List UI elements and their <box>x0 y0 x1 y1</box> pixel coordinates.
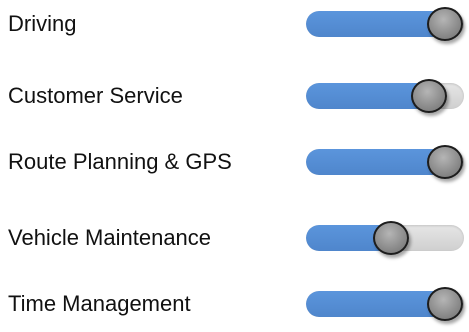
slider-knob[interactable] <box>427 145 463 179</box>
skill-row-route-planning: Route Planning & GPS <box>0 134 469 190</box>
skill-slider[interactable] <box>306 221 464 255</box>
skill-label: Driving <box>8 11 77 36</box>
slider-knob[interactable] <box>411 79 447 113</box>
skill-row-driving: Driving <box>0 0 469 52</box>
slider-knob[interactable] <box>427 287 463 321</box>
skill-slider[interactable] <box>306 145 464 179</box>
skill-slider[interactable] <box>306 7 464 41</box>
skill-label: Route Planning & GPS <box>8 149 232 174</box>
skill-row-time-management: Time Management <box>0 276 469 332</box>
skill-row-vehicle-maintenance: Vehicle Maintenance <box>0 210 469 266</box>
slider-knob[interactable] <box>373 221 409 255</box>
skill-label: Time Management <box>8 291 191 316</box>
skill-slider[interactable] <box>306 79 464 113</box>
skill-label: Vehicle Maintenance <box>8 225 212 250</box>
skill-label: Customer Service <box>8 83 183 108</box>
slider-knob[interactable] <box>427 7 463 41</box>
skill-slider[interactable] <box>306 287 464 321</box>
skill-row-customer-service: Customer Service <box>0 68 469 124</box>
